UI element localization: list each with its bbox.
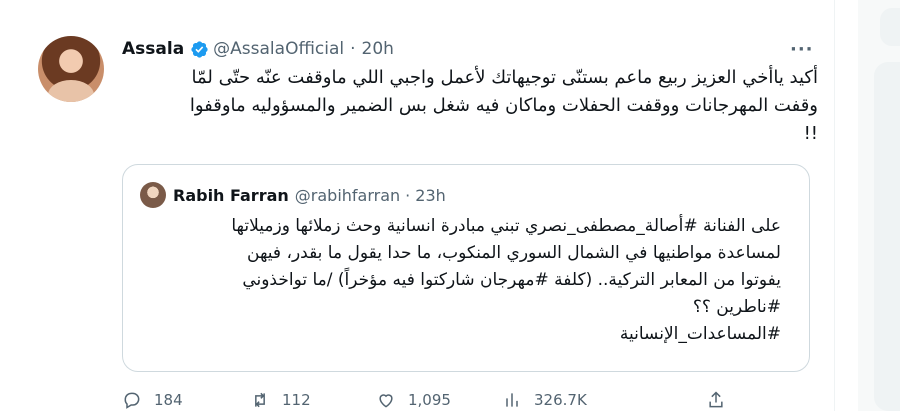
reply-icon <box>124 392 140 409</box>
sidebar-search-edge <box>880 8 900 46</box>
quoted-text-line: لمساعدة مواطنيها في الشمال السوري المنكو… <box>247 243 781 263</box>
column-divider <box>834 0 835 411</box>
header-separator: · <box>350 39 356 59</box>
tweet-actions: 184 112 1,095 326.7K <box>122 390 723 411</box>
quoted-text-line: #المساعدات_الإنسانية <box>619 324 781 344</box>
quoted-header-separator: · <box>405 185 411 205</box>
retweet-count: 112 <box>282 391 311 409</box>
verified-badge-icon <box>191 40 208 58</box>
tweet-text-line: !! <box>803 123 818 144</box>
views-button[interactable]: 326.7K <box>502 390 587 410</box>
quoted-author-handle: @rabihfarran <box>294 185 401 205</box>
sidebar-panel-edge <box>874 62 900 411</box>
tweet-text-line: وقفت المهرجانات ووقفت الحفلات وماكان فيه… <box>189 95 818 116</box>
quoted-text-line: يفوتوا من المعابر التركية.. (كلفة #مهرجا… <box>242 270 781 290</box>
reply-button[interactable]: 184 <box>122 390 183 410</box>
reply-count: 184 <box>154 391 183 409</box>
quoted-text-line: #ناطرين ؟؟ <box>692 297 781 317</box>
tweet-header: Assala @AssalaOfficial · 20h <box>122 37 394 61</box>
author-avatar[interactable] <box>38 36 104 102</box>
quoted-tweet-header: Rabih Farran @rabihfarran · 23h <box>173 183 446 207</box>
retweet-icon <box>255 392 265 408</box>
quoted-text-line: على الفنانة #أصالة_مصطفى_نصري تبني مبادر… <box>231 216 781 236</box>
share-icon <box>709 391 723 408</box>
more-options-icon[interactable]: ··· <box>790 39 814 60</box>
quoted-tweet[interactable]: Rabih Farran @rabihfarran · 23h على الفن… <box>122 164 810 372</box>
quoted-author-avatar <box>140 182 166 208</box>
retweet-button[interactable]: 112 <box>250 390 311 410</box>
tweet-article[interactable]: Assala @AssalaOfficial · 20h ··· أكيد يا… <box>0 0 834 411</box>
right-sidebar-edge <box>858 0 900 411</box>
quoted-tweet-timestamp: 23h <box>415 185 446 205</box>
tweet-text-line: أكيد ياأخي العزيز ربيع ماعم بستنّى توجيه… <box>191 67 818 88</box>
quoted-author-name: Rabih Farran <box>173 185 289 205</box>
tweet-timestamp[interactable]: 20h <box>362 39 394 59</box>
like-count: 1,095 <box>408 391 451 409</box>
views-count: 326.7K <box>534 391 587 409</box>
heart-icon <box>379 394 393 408</box>
views-chart-icon <box>506 393 518 407</box>
quoted-tweet-text: على الفنانة #أصالة_مصطفى_نصري تبني مبادر… <box>141 213 781 348</box>
share-button[interactable] <box>706 390 738 410</box>
tweet-text: أكيد ياأخي العزيز ربيع ماعم بستنّى توجيه… <box>118 64 818 148</box>
author-handle[interactable]: @AssalaOfficial <box>213 39 344 59</box>
like-button[interactable]: 1,095 <box>376 390 451 410</box>
author-name[interactable]: Assala <box>122 39 184 59</box>
